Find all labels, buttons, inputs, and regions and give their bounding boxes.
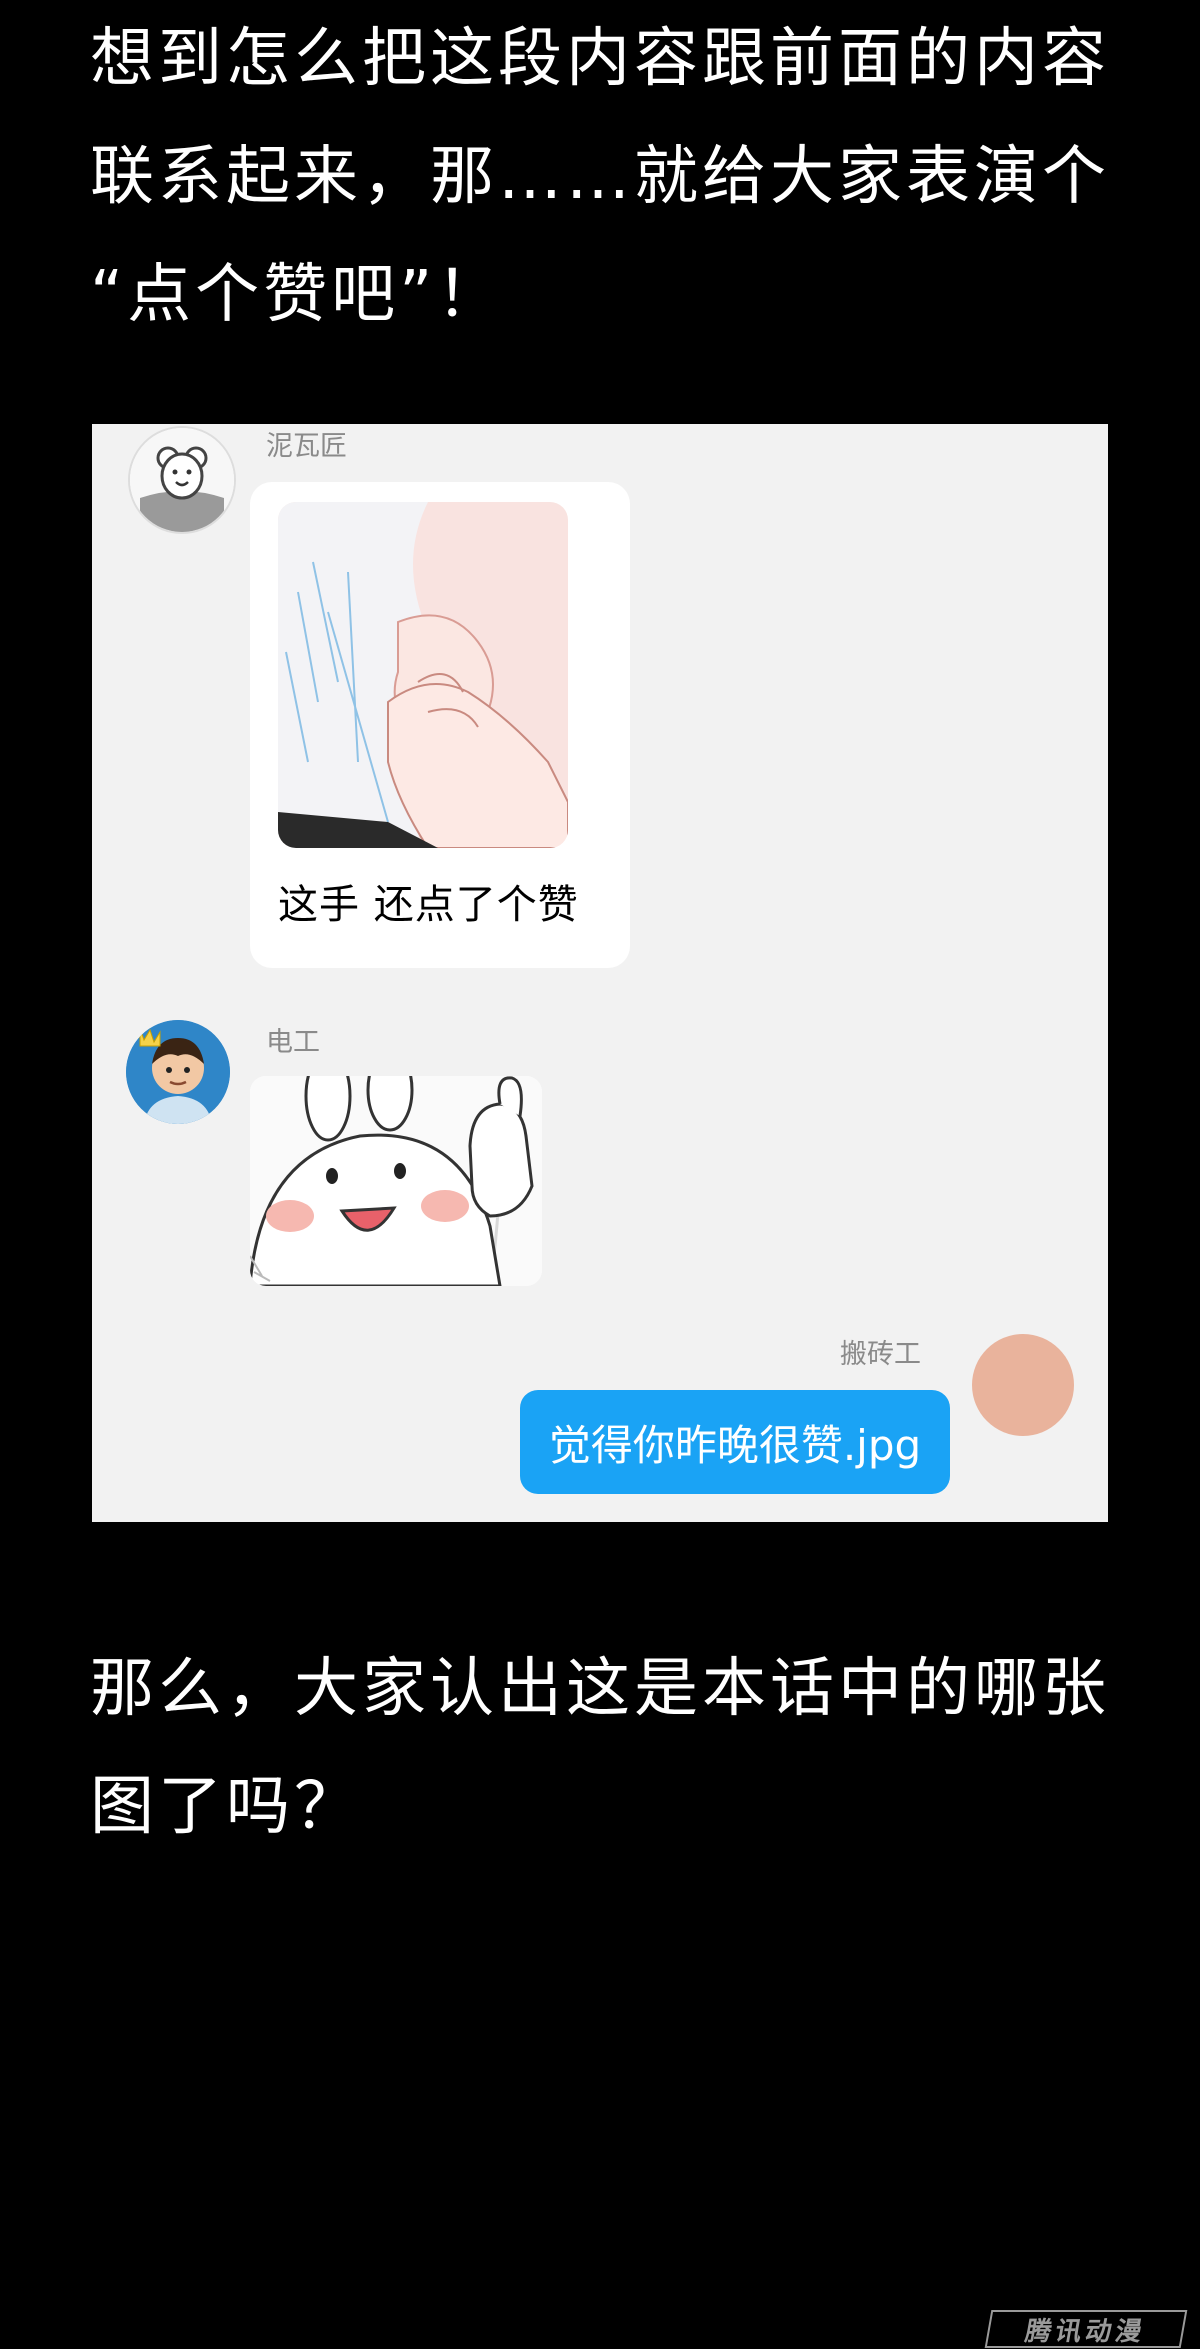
chat-screenshot: 泥瓦匠 这手 还点了个赞 电工 搬砖工 觉得你昨晚很赞.jpg — [92, 424, 1108, 1522]
bear-avatar-icon — [130, 428, 234, 532]
prince-avatar-icon — [126, 1020, 230, 1124]
hand-illustration-icon — [278, 502, 568, 848]
hand-image[interactable] — [278, 502, 568, 848]
thumbs-up-rabbit-icon — [250, 1076, 542, 1286]
message-bubble-1[interactable]: 这手 还点了个赞 — [250, 482, 630, 968]
message-bubble-3[interactable]: 觉得你昨晚很赞.jpg — [520, 1390, 950, 1494]
intro-line-1: 想到怎么把这段内容跟前面的内容 — [90, 22, 1110, 96]
outro-text: 那么，大家认出这是本话中的哪张 图了吗？ — [90, 1630, 1130, 1866]
prince-avatar[interactable] — [126, 1020, 230, 1124]
bear-avatar[interactable] — [128, 426, 236, 534]
watermark-logo: 腾讯动漫 — [984, 2310, 1188, 2348]
intro-line-2: 联系起来，那……就给大家表演个 — [90, 140, 1110, 214]
image-caption: 这手 还点了个赞 — [278, 882, 579, 928]
intro-text: 想到怎么把这段内容跟前面的内容 联系起来，那……就给大家表演个 “点个赞吧”！ — [90, 0, 1130, 354]
peach-avatar[interactable] — [972, 1334, 1074, 1436]
sender-name-1: 泥瓦匠 — [266, 431, 347, 462]
rabbit-sticker[interactable] — [250, 1076, 542, 1286]
sender-name-3: 搬砖工 — [840, 1339, 921, 1370]
outro-line-1: 那么，大家认出这是本话中的哪张 — [90, 1652, 1110, 1726]
intro-line-3: “点个赞吧”！ — [90, 258, 505, 332]
sender-name-2: 电工 — [266, 1027, 320, 1058]
outro-line-2: 图了吗？ — [90, 1770, 362, 1844]
